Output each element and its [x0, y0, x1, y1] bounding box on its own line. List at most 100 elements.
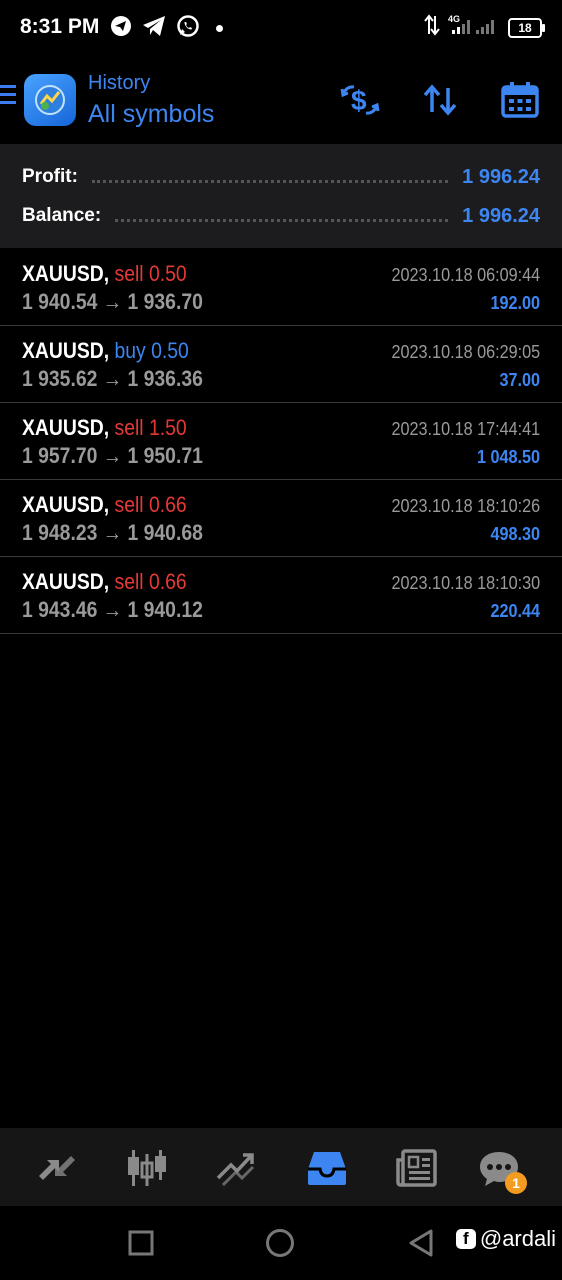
price-arrow: → [102, 443, 123, 468]
deal-time: 2023.10.18 18:10:26 [391, 496, 540, 516]
whatsapp-icon [176, 14, 200, 43]
metatrader-logo-icon [24, 74, 76, 126]
deal-row[interactable]: XAUUSD, sell 0.66 1 943.46 → 1 940.12 20… [0, 557, 562, 634]
deal-prices: 1 948.23 → 1 940.68 [22, 520, 203, 546]
status-bar: 8:31 PM 4G 18 [0, 0, 562, 56]
deal-row[interactable]: XAUUSD, sell 0.66 1 948.23 → 1 940.68 20… [0, 480, 562, 557]
deal-time: 2023.10.18 06:29:05 [391, 342, 540, 362]
profit-row: Profit: 1 996.24 [22, 161, 540, 193]
deal-profit: 220.44 [490, 601, 540, 621]
deal-title: XAUUSD, sell 1.50 [22, 415, 187, 441]
deal-title: XAUUSD, sell 0.66 [22, 492, 187, 518]
data-arrows-icon [424, 14, 440, 41]
open-price: 1 943.46 [22, 597, 98, 622]
system-nav-bar: f @ardali [0, 1206, 562, 1280]
balance-value: 1 996.24 [462, 204, 540, 227]
balance-label: Balance: [22, 205, 102, 226]
deal-profit: 37.00 [499, 370, 540, 390]
dotted-leader [115, 218, 449, 222]
system-status-icons: 4G 18 [424, 14, 545, 41]
calendar-icon[interactable] [498, 78, 542, 122]
deal-time: 2023.10.18 17:44:41 [391, 419, 540, 439]
open-price: 1 940.54 [22, 289, 98, 314]
home-icon[interactable] [265, 1228, 295, 1258]
profit-value: 1 996.24 [462, 165, 540, 188]
quotes-icon[interactable] [35, 1146, 79, 1190]
deal-prices: 1 943.46 → 1 940.12 [22, 597, 203, 623]
battery-level: 18 [518, 20, 532, 35]
messages-badge: 1 [505, 1172, 527, 1194]
network-type-label: 4G [448, 14, 460, 24]
deal-symbol: XAUUSD, [22, 261, 110, 286]
price-arrow: → [102, 520, 123, 545]
open-price: 1 948.23 [22, 520, 98, 545]
deal-profit: 192.00 [490, 293, 540, 313]
price-arrow: → [102, 366, 123, 391]
close-price: 1 950.71 [127, 443, 203, 468]
open-price: 1 935.62 [22, 366, 98, 391]
deal-title: XAUUSD, buy 0.50 [22, 338, 189, 364]
facebook-icon: f [455, 1229, 476, 1249]
balance-row: Balance: 1 996.24 [22, 200, 540, 232]
close-price: 1 940.12 [127, 597, 203, 622]
dotted-leader [91, 179, 449, 183]
svg-text:$: $ [351, 85, 367, 116]
deal-volume: 0.66 [148, 569, 187, 594]
deal-volume: 0.66 [148, 492, 187, 517]
deal-volume: 0.50 [151, 338, 189, 363]
battery-icon: 18 [508, 17, 545, 38]
close-price: 1 940.68 [127, 520, 203, 545]
close-price: 1 936.36 [127, 366, 203, 391]
deal-title: XAUUSD, sell 0.66 [22, 569, 187, 595]
back-icon[interactable] [406, 1228, 436, 1258]
deal-row[interactable]: XAUUSD, buy 0.50 1 935.62 → 1 936.36 202… [0, 326, 562, 403]
trade-icon[interactable] [214, 1146, 258, 1190]
open-price: 1 957.70 [22, 443, 98, 468]
notification-dot-icon [216, 25, 223, 32]
close-price: 1 936.70 [127, 289, 203, 314]
messages-icon[interactable]: 1 [477, 1146, 527, 1194]
recents-icon[interactable] [126, 1228, 156, 1258]
header-title[interactable]: All symbols [88, 100, 214, 129]
deal-symbol: XAUUSD, [22, 569, 110, 594]
deal-title: XAUUSD, sell 0.50 [22, 261, 187, 287]
telegram-icon [142, 15, 166, 42]
deal-side: sell [114, 415, 144, 440]
deal-profit: 498.30 [490, 524, 540, 544]
bottom-nav: 1 [0, 1128, 562, 1206]
signal-icon: 4G [448, 14, 500, 41]
sort-icon[interactable] [418, 78, 462, 122]
price-arrow: → [102, 597, 123, 622]
deal-volume: 1.50 [148, 415, 187, 440]
history-icon[interactable] [305, 1146, 349, 1190]
summary-panel: Profit: 1 996.24 Balance: 1 996.24 [0, 144, 562, 248]
deal-prices: 1 940.54 → 1 936.70 [22, 289, 203, 315]
deal-volume: 0.50 [148, 261, 187, 286]
deal-row[interactable]: XAUUSD, sell 0.50 1 940.54 → 1 936.70 20… [0, 249, 562, 326]
menu-icon[interactable] [0, 85, 16, 109]
deal-list: XAUUSD, sell 0.50 1 940.54 → 1 936.70 20… [0, 249, 562, 634]
deal-symbol: XAUUSD, [22, 338, 110, 363]
watermark: f @ardali [455, 1226, 556, 1252]
news-icon[interactable] [394, 1146, 438, 1190]
deal-side: sell [114, 492, 144, 517]
price-arrow: → [102, 289, 123, 314]
deal-prices: 1 935.62 → 1 936.36 [22, 366, 203, 392]
deal-time: 2023.10.18 06:09:44 [391, 265, 540, 285]
deal-symbol: XAUUSD, [22, 492, 110, 517]
telegram-outline-icon [110, 15, 132, 42]
deal-time: 2023.10.18 18:10:30 [391, 573, 540, 593]
profit-label: Profit: [22, 166, 78, 187]
deal-symbol: XAUUSD, [22, 415, 110, 440]
deal-side: sell [114, 261, 144, 286]
header-subtitle: History [88, 72, 151, 94]
watermark-handle: @ardali [479, 1226, 556, 1251]
app-header: History All symbols $ [0, 56, 562, 144]
deal-row[interactable]: XAUUSD, sell 1.50 1 957.70 → 1 950.71 20… [0, 403, 562, 480]
notification-icons [110, 14, 223, 43]
chart-icon[interactable] [125, 1146, 169, 1190]
currency-exchange-icon[interactable]: $ [338, 78, 382, 122]
deal-side: buy [114, 338, 146, 363]
deal-prices: 1 957.70 → 1 950.71 [22, 443, 203, 469]
status-time: 8:31 PM [20, 15, 100, 38]
